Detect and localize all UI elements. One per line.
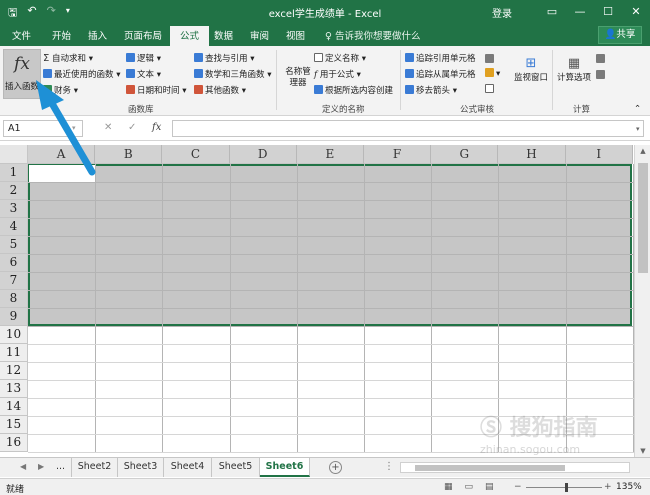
zoom-out-icon[interactable]: − xyxy=(514,482,522,492)
zoom-slider-knob[interactable] xyxy=(565,483,568,492)
watermark-text: 搜狗指南 xyxy=(509,416,598,441)
page-layout-view-icon[interactable]: ▭ xyxy=(465,482,474,492)
sheet-tab[interactable]: Sheet5 xyxy=(212,458,260,477)
sheet-tab[interactable]: Sheet4 xyxy=(164,458,212,477)
horizontal-scroll-thumb[interactable] xyxy=(415,465,565,471)
add-sheet-button[interactable]: + xyxy=(329,461,342,474)
more-sheets-ellipsis[interactable]: ... xyxy=(50,458,72,477)
normal-view-icon[interactable]: ▦ xyxy=(444,482,453,492)
sheet-tab[interactable]: Sheet3 xyxy=(118,458,164,477)
watermark-logo: Ⓢ 搜狗指南 xyxy=(480,416,598,441)
sheet-tab[interactable]: Sheet2 xyxy=(72,458,118,477)
status-ready: 就绪 xyxy=(6,485,25,495)
watermark-url: zhinan.sogou.com xyxy=(480,443,581,456)
tab-split-handle[interactable]: ⋮ xyxy=(384,461,394,472)
prev-sheet-icon[interactable]: ◀ xyxy=(20,462,26,471)
horizontal-scrollbar[interactable] xyxy=(400,462,630,473)
next-sheet-icon[interactable]: ▶ xyxy=(38,462,44,471)
zoom-slider[interactable] xyxy=(526,487,602,488)
zoom-level[interactable]: 135% xyxy=(616,482,642,492)
sheet-tab-active[interactable]: Sheet6 xyxy=(260,458,310,477)
sheet-tab-bar: ◀ ▶ ... Sheet2 Sheet3 Sheet4 Sheet5 Shee… xyxy=(0,457,650,477)
page-break-view-icon[interactable]: ▤ xyxy=(485,482,494,492)
status-bar: 就绪 ▦ ▭ ▤ − + 135% xyxy=(0,478,650,495)
zoom-in-icon[interactable]: + xyxy=(604,482,612,492)
